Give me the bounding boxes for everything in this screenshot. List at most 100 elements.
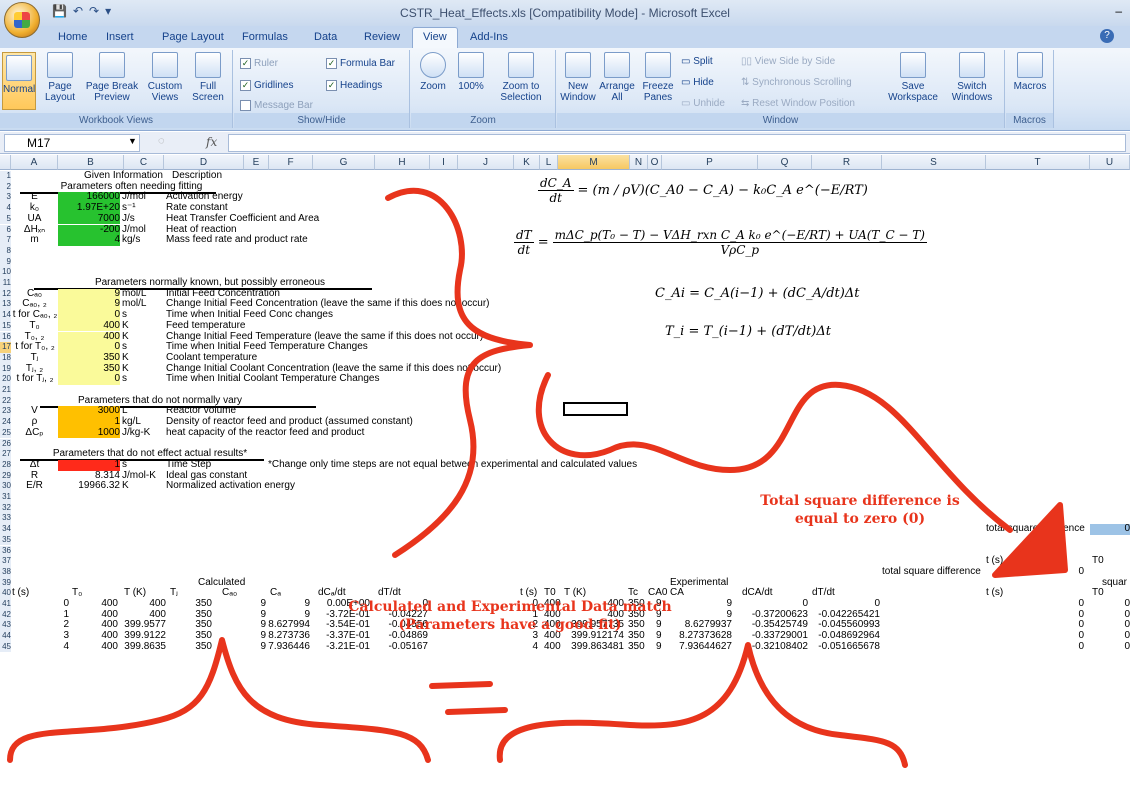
calc-cell[interactable]: 9 (212, 620, 266, 631)
param-value[interactable]: 1000 (58, 427, 120, 439)
row-header[interactable]: 45 (0, 641, 11, 653)
insert-function-icon[interactable]: fx (206, 135, 217, 149)
row-header[interactable]: 41 (0, 599, 11, 610)
column-header[interactable]: G (313, 155, 375, 170)
row-header[interactable]: 2 (0, 181, 11, 193)
exp-cell[interactable]: -0.32108402 (732, 641, 808, 653)
formula-input[interactable] (228, 134, 1126, 152)
tab-page-layout[interactable]: Page Layout (162, 31, 224, 43)
right-cell[interactable]: 0 (986, 598, 1084, 610)
row-header[interactable]: 21 (0, 385, 11, 396)
exp-cell[interactable]: 399.863481 (558, 641, 624, 653)
message-bar-checkbox[interactable]: Message Bar (240, 100, 313, 111)
exp-cell[interactable]: -0.051665678 (808, 641, 880, 653)
row-header[interactable]: 1 (0, 171, 11, 182)
column-header[interactable]: N (630, 155, 648, 170)
row-header[interactable]: 19 (0, 363, 11, 375)
calc-cell[interactable]: -0.05167 (370, 641, 428, 653)
row-header[interactable]: 42 (0, 609, 11, 621)
row-header[interactable]: 26 (0, 438, 11, 450)
row-header[interactable]: 8 (0, 245, 11, 257)
calc-cell[interactable]: 9 (212, 630, 266, 642)
calc-cell[interactable]: 350 (166, 641, 212, 653)
param-value[interactable]: 350 (58, 363, 120, 375)
headings-checkbox[interactable]: ✓ Headings (326, 80, 382, 91)
custom-views-button[interactable]: Custom Views (144, 52, 186, 103)
param-value[interactable]: 19966.32 (58, 481, 120, 492)
row-header[interactable]: 44 (0, 631, 11, 642)
param-value[interactable]: 350 (58, 352, 120, 364)
row-header[interactable]: 38 (0, 566, 11, 578)
new-window-button[interactable]: New Window (559, 52, 597, 103)
view-side-by-side-button[interactable]: ▯▯ View Side by Side (741, 56, 835, 67)
calc-cell[interactable]: 399.8635 (118, 641, 166, 653)
column-header[interactable]: C (124, 155, 164, 170)
page-break-preview-button[interactable]: Page Break Preview (84, 52, 140, 103)
param-value[interactable]: -200 (58, 224, 120, 236)
row-header[interactable]: 33 (0, 513, 11, 525)
param-value[interactable]: 1 (58, 459, 120, 471)
calc-cell[interactable]: 9 (212, 609, 266, 621)
column-header-selected[interactable]: M (558, 155, 630, 170)
calc-cell[interactable]: -3.21E-01 (310, 641, 370, 653)
row-header[interactable]: 43 (0, 620, 11, 632)
row-header[interactable]: 25 (0, 427, 11, 439)
column-header[interactable]: O (648, 155, 662, 170)
active-cell-cursor[interactable] (563, 402, 628, 416)
sync-scrolling-button[interactable]: ⇅ Synchronous Scrolling (741, 77, 852, 88)
customize-qat-icon[interactable]: ▾ (105, 4, 111, 18)
row-header[interactable]: 28 (0, 459, 11, 471)
total-square-difference-value[interactable]: 0 (1090, 523, 1130, 535)
exp-cell[interactable]: 9 (656, 641, 662, 653)
arrange-all-button[interactable]: Arrange All (597, 52, 637, 103)
save-workspace-button[interactable]: Save Workspace (887, 52, 939, 103)
tab-insert[interactable]: Insert (106, 31, 134, 43)
office-button[interactable] (4, 2, 40, 38)
help-icon[interactable]: ? (1100, 29, 1114, 43)
column-header[interactable]: P (662, 155, 758, 170)
row-header[interactable]: 40 (0, 588, 11, 599)
tab-add-ins[interactable]: Add-Ins (470, 31, 508, 43)
row-header[interactable]: 37 (0, 556, 11, 567)
row-header[interactable]: 27 (0, 449, 11, 460)
name-box[interactable]: M17 (4, 134, 140, 152)
column-header[interactable]: B (58, 155, 124, 170)
row-header[interactable]: 39 (0, 577, 11, 589)
param-value[interactable]: 0 (58, 374, 120, 385)
tab-home[interactable]: Home (58, 31, 87, 43)
column-header[interactable]: S (882, 155, 986, 170)
column-header[interactable]: K (514, 155, 540, 170)
param-value[interactable]: 3000 (58, 406, 120, 418)
param-value[interactable]: 7000 (58, 213, 120, 225)
param-value[interactable]: 9 (58, 299, 120, 311)
row-header[interactable]: 13 (0, 299, 11, 311)
ruler-checkbox[interactable]: ✓ Ruler (240, 58, 278, 69)
column-header[interactable]: A (11, 155, 58, 170)
row-header[interactable]: 15 (0, 320, 11, 332)
right-cell[interactable]: 0 (986, 609, 1084, 621)
normal-view-button[interactable]: Normal (2, 52, 36, 110)
row-header[interactable]: 11 (0, 278, 11, 289)
row-header[interactable]: 29 (0, 470, 11, 482)
right-cell[interactable]: 0 (986, 620, 1084, 631)
column-header[interactable]: U (1090, 155, 1130, 170)
param-value[interactable]: 4 (58, 234, 120, 246)
calc-cell[interactable]: 9 (212, 598, 266, 610)
row-header[interactable]: 18 (0, 352, 11, 364)
row-header[interactable]: 6 (0, 224, 11, 236)
right-cell[interactable]: 0 (986, 630, 1084, 642)
full-screen-button[interactable]: Full Screen (188, 52, 228, 103)
calc-cell[interactable]: 7.936446 (260, 641, 310, 653)
param-value[interactable]: 400 (58, 331, 120, 343)
row-header[interactable]: 32 (0, 502, 11, 514)
row-header[interactable]: 4 (0, 203, 11, 214)
right-cell[interactable]: 0 (986, 641, 1084, 653)
param-value[interactable]: 9 (58, 288, 120, 300)
unhide-button[interactable]: ▭ Unhide (681, 98, 725, 109)
row-header[interactable]: 30 (0, 481, 11, 492)
row-header[interactable]: 3 (0, 192, 11, 204)
minimize-button[interactable]: – (1115, 4, 1122, 18)
zoom-to-selection-button[interactable]: Zoom to Selection (491, 52, 551, 103)
param-value[interactable]: 400 (58, 320, 120, 332)
redo-icon[interactable]: ↷ (89, 4, 99, 18)
